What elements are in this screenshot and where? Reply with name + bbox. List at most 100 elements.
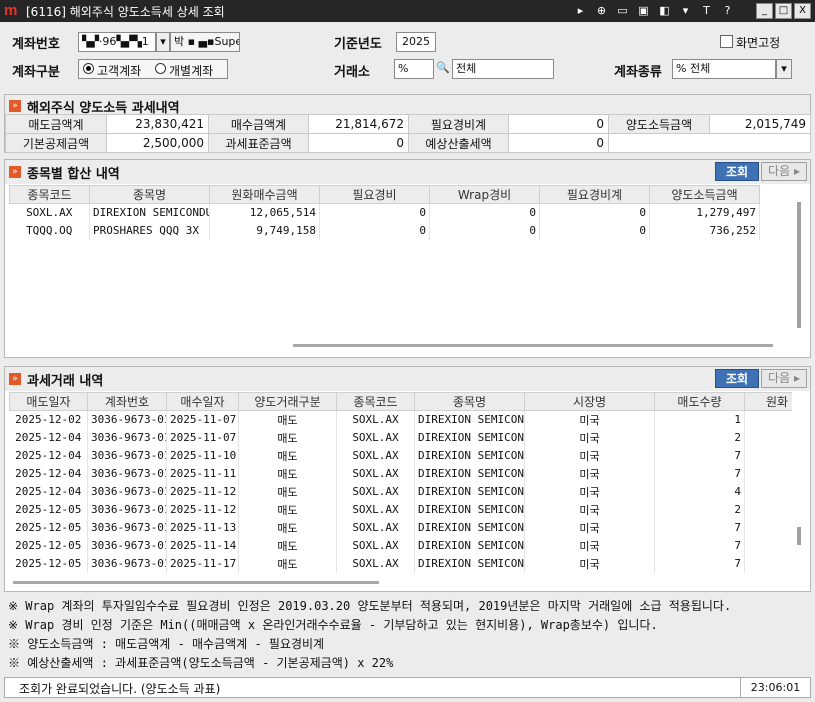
table-cell: 7	[654, 446, 745, 465]
radio-individual[interactable]	[155, 63, 166, 74]
search-icon[interactable]: 🔍	[436, 61, 450, 75]
vertical-scrollbar[interactable]	[797, 202, 801, 328]
table-cell: 2025-11-10	[166, 446, 239, 465]
table-row[interactable]: 2025-12-05 3036-9673-01 2025-11-12 매도 SOXL.A…	[9, 500, 792, 519]
table-cell: 미국	[524, 464, 655, 483]
table-cell: 0	[429, 203, 540, 222]
table-cell: SOXL.AX	[336, 536, 415, 555]
note-line: ※ Wrap 계좌의 투자일임수수료 필요경비 인정은 2019.03.20 양…	[8, 599, 732, 613]
summary-label: 필요경비계	[408, 114, 509, 134]
exchange-label: 거래소	[334, 65, 370, 80]
status-time: 23:06:01	[740, 678, 810, 697]
section-arrow-icon: »	[9, 100, 21, 112]
trades-query-button[interactable]: 조회	[715, 369, 759, 388]
account-type-label: 계좌구분	[12, 65, 60, 80]
minimize-button[interactable]: _	[756, 3, 773, 19]
table-row[interactable]: 2025-12-05 3036-9673-01 2025-11-13 매도 SOXL.A…	[9, 518, 792, 537]
arrow-icon[interactable]: ▸	[572, 3, 589, 19]
table-row[interactable]: 2025-12-05 3036-9673-01 2025-11-14 매도 SOXL.A…	[9, 536, 792, 555]
radio-customer-label: 고객계좌	[97, 64, 142, 78]
table-cell: DIREXION SEMICONDI	[414, 536, 525, 555]
table-cell: 2025-11-14	[166, 536, 239, 555]
status-message: 조회가 완료되었습니다. (양도소득 과표)	[19, 682, 221, 696]
text-icon[interactable]: T	[698, 3, 715, 19]
table-cell: 미국	[524, 518, 655, 537]
table-row[interactable]: TQQQ.OQ PROSHARES QQQ 3X 9,749,158 0 0 0 736,2…	[9, 221, 760, 240]
table-cell: 매도	[238, 500, 337, 519]
horizontal-scrollbar[interactable]	[293, 344, 773, 347]
table-cell: SOXL.AX	[336, 428, 415, 447]
year-input[interactable]: 2025	[396, 32, 436, 52]
table-row[interactable]: 2025-12-02 3036-9673-01 2025-11-07 매도 SOXL.A…	[9, 410, 792, 429]
table-row[interactable]: 2025-12-04 3036-9673-01 2025-11-07 매도 SOXL.A…	[9, 428, 792, 447]
table-cell: 2025-11-07	[166, 428, 239, 447]
trades-section: » 과세거래 내역 조회 다음 ▸ 매도일자 계좌번호 매수일자 양도거래구분 종목코드…	[4, 366, 811, 592]
table-cell: SOXL.AX	[336, 518, 415, 537]
table-cell: 매도	[238, 536, 337, 555]
horizontal-scrollbar[interactable]	[13, 581, 379, 584]
radio-customer[interactable]	[83, 63, 94, 74]
table-cell	[744, 446, 792, 465]
column-header: 필요경비계	[539, 185, 650, 204]
table-cell: SOXL.AX	[336, 554, 415, 573]
stock-next-button[interactable]: 다음 ▸	[761, 162, 807, 181]
table-cell: 미국	[524, 554, 655, 573]
account-kind-select[interactable]: % 전체	[672, 59, 776, 79]
summary-label: 매도금액계	[5, 114, 107, 134]
table-cell	[744, 554, 792, 573]
exchange-code-input[interactable]: %	[394, 59, 434, 79]
copy-icon[interactable]: ▣	[635, 3, 652, 19]
table-cell: SOXL.AX	[336, 482, 415, 501]
table-row[interactable]: 2025-12-05 3036-9673-01 2025-11-17 매도 SOXL.A…	[9, 554, 792, 573]
window-add-icon[interactable]: ⊕	[593, 3, 610, 19]
table-row[interactable]: 2025-12-04 3036-9673-01 2025-11-10 매도 SOXL.A…	[9, 446, 792, 465]
screen-icon[interactable]: ◧	[656, 3, 673, 19]
table-cell: SOXL.AX	[336, 410, 415, 429]
account-dropdown-icon[interactable]: ▾	[156, 32, 170, 52]
table-row[interactable]: SOXL.AX DIREXION SEMICONDUC 12,065,514 0 0 0 1…	[9, 203, 760, 222]
column-header: Wrap경비	[429, 185, 540, 204]
table-cell: 매도	[238, 554, 337, 573]
chevron-down-icon[interactable]: ▾	[776, 59, 792, 79]
window-icon[interactable]: ▭	[614, 3, 631, 19]
table-cell: 3036-9673-01	[87, 446, 167, 465]
table-cell: 3036-9673-01	[87, 428, 167, 447]
table-cell: 2	[654, 428, 745, 447]
table-cell: 매도	[238, 410, 337, 429]
table-row[interactable]: 2025-12-04 3036-9673-01 2025-11-11 매도 SOXL.A…	[9, 464, 792, 483]
summary-label: 과세표준금액	[208, 133, 309, 153]
maximize-button[interactable]: □	[775, 3, 792, 19]
stock-query-button[interactable]: 조회	[715, 162, 759, 181]
window-title: [6116] 해외주식 양도소득세 상세 조회	[26, 4, 225, 19]
table-cell: DIREXION SEMICONDUC	[89, 203, 210, 222]
column-header: 매수일자	[166, 392, 239, 411]
table-cell: 미국	[524, 446, 655, 465]
column-header: 매도수량	[654, 392, 745, 411]
table-cell	[744, 536, 792, 555]
table-cell: 매도	[238, 428, 337, 447]
table-cell: SOXL.AX	[336, 464, 415, 483]
screen-fix-checkbox[interactable]	[720, 35, 733, 48]
section-arrow-icon: »	[9, 373, 21, 385]
vertical-scrollbar[interactable]	[797, 527, 801, 545]
summary-value: 2,015,749	[709, 114, 811, 134]
account-number-input[interactable]: ▚▞·96▚▞▚1	[78, 32, 156, 52]
table-cell: 3036-9673-01	[87, 410, 167, 429]
trades-grid: 매도일자 계좌번호 매수일자 양도거래구분 종목코드 종목명 시장명 매도수량 원화 2025-…	[9, 392, 792, 578]
table-cell: 2025-11-13	[166, 518, 239, 537]
help-icon[interactable]: ?	[719, 3, 736, 19]
trades-next-button[interactable]: 다음 ▸	[761, 369, 807, 388]
summary-value: 23,830,421	[106, 114, 209, 134]
table-cell: 매도	[238, 518, 337, 537]
by-stock-section: » 종목별 합산 내역 조회 다음 ▸ 종목코드 종목명 원화매수금액 필요경비 Wra…	[4, 159, 811, 358]
table-cell: 2025-12-04	[9, 446, 88, 465]
pin-icon[interactable]: ▾	[677, 3, 694, 19]
table-cell: 매도	[238, 482, 337, 501]
status-bar: 조회가 완료되었습니다. (양도소득 과표) 23:06:01	[4, 677, 811, 698]
table-cell: PROSHARES QQQ 3X	[89, 221, 210, 240]
table-row[interactable]: 2025-12-04 3036-9673-01 2025-11-12 매도 SOXL.A…	[9, 482, 792, 501]
table-cell: 3036-9673-01	[87, 482, 167, 501]
table-cell: 0	[539, 203, 650, 222]
close-button[interactable]: X	[794, 3, 811, 19]
summary-value: 21,814,672	[308, 114, 409, 134]
